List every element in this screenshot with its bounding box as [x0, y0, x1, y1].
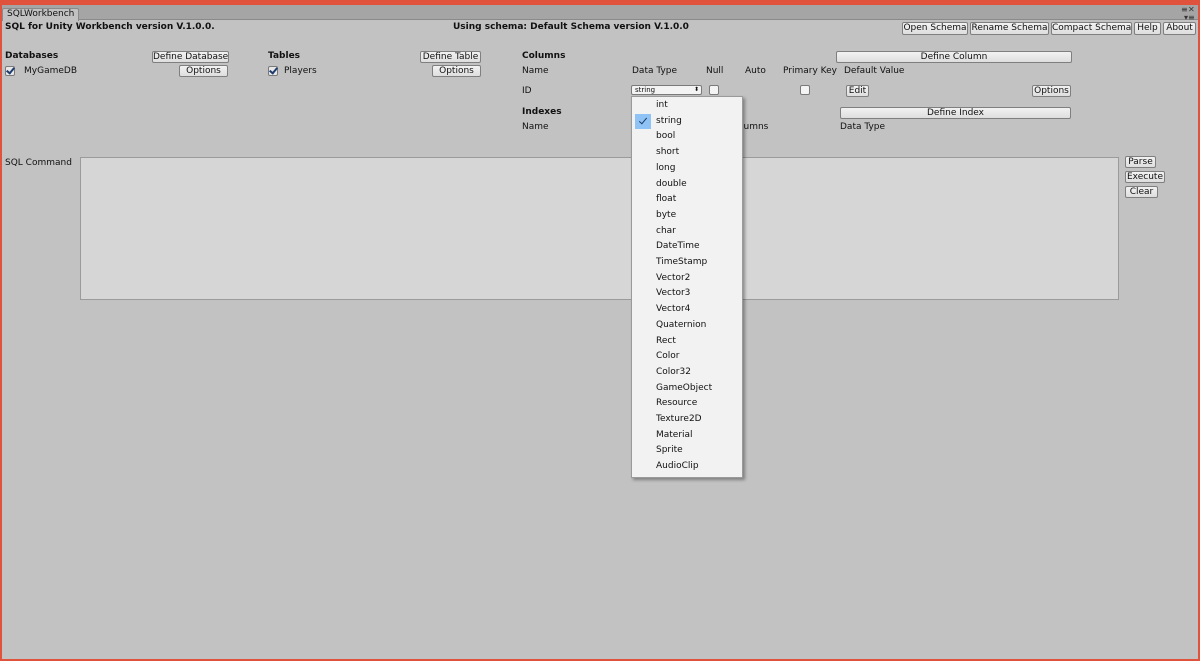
parse-button[interactable]: Parse	[1125, 156, 1156, 168]
clear-button[interactable]: Clear	[1125, 186, 1158, 198]
database-item-label: MyGameDB	[24, 66, 77, 76]
dropdown-option-string-label: string	[656, 115, 682, 126]
table-item-label: Players	[284, 66, 317, 76]
columns-header-default-value: Default Value	[844, 66, 905, 76]
tab-sqlworkbench[interactable]: SQLWorkbench	[2, 8, 80, 21]
compact-schema-button[interactable]: Compact Schema	[1051, 22, 1132, 35]
window-frame-left	[0, 5, 2, 661]
tab-options-icon[interactable]: ▾≡	[1184, 14, 1195, 22]
column-data-type-value: string	[635, 86, 656, 94]
dropdown-option-resource[interactable]: Resource	[632, 396, 742, 412]
selected-check-icon	[635, 113, 651, 129]
sql-command-label: SQL Command	[5, 158, 72, 168]
databases-heading: Databases	[5, 51, 59, 61]
dropdown-option-short[interactable]: short	[632, 145, 742, 161]
dropdown-option-float[interactable]: float	[632, 192, 742, 208]
app-title: SQL for Unity Workbench version V.1.0.0.	[5, 22, 215, 32]
database-options-button[interactable]: Options	[179, 65, 228, 77]
column-primary-key-checkbox[interactable]	[800, 85, 810, 95]
define-column-button[interactable]: Define Column	[836, 51, 1072, 63]
dropdown-arrow-icon: ⬍	[693, 86, 699, 93]
sql-command-textarea[interactable]	[80, 157, 1119, 300]
dropdown-option-vector3[interactable]: Vector3	[632, 286, 742, 302]
execute-button[interactable]: Execute	[1125, 171, 1165, 183]
indexes-header-columns: lumns	[741, 122, 769, 132]
column-row-name: ID	[522, 86, 532, 96]
dropdown-option-bool[interactable]: bool	[632, 129, 742, 145]
dropdown-option-quaternion[interactable]: Quaternion	[632, 318, 742, 334]
column-null-checkbox[interactable]	[709, 85, 719, 95]
tables-heading: Tables	[268, 51, 301, 61]
dropdown-option-timestamp[interactable]: TimeStamp	[632, 255, 742, 271]
column-edit-button[interactable]: Edit	[846, 85, 869, 97]
dropdown-option-vector2[interactable]: Vector2	[632, 271, 742, 287]
column-options-button[interactable]: Options	[1032, 85, 1071, 97]
dropdown-option-byte[interactable]: byte	[632, 208, 742, 224]
about-button[interactable]: About	[1163, 22, 1196, 35]
dropdown-option-audioclip[interactable]: AudioClip	[632, 459, 742, 475]
indexes-heading: Indexes	[522, 107, 562, 117]
column-data-type-select[interactable]: string ⬍	[631, 85, 702, 95]
columns-heading: Columns	[522, 51, 566, 61]
schema-info: Using schema: Default Schema version V.1…	[453, 22, 689, 32]
dropdown-option-sprite[interactable]: Sprite	[632, 443, 742, 459]
table-options-button[interactable]: Options	[432, 65, 481, 77]
columns-header-data-type: Data Type	[632, 66, 678, 76]
indexes-header-name: Name	[522, 122, 549, 132]
define-index-button[interactable]: Define Index	[840, 107, 1071, 119]
dropdown-option-material[interactable]: Material	[632, 428, 742, 444]
dropdown-option-color32[interactable]: Color32	[632, 365, 742, 381]
dropdown-option-string[interactable]: string	[632, 113, 742, 130]
indexes-header-data-type: Data Type	[840, 122, 886, 132]
dropdown-option-double[interactable]: double	[632, 177, 742, 193]
dropdown-option-datetime[interactable]: DateTime	[632, 239, 742, 255]
open-schema-button[interactable]: Open Schema	[902, 22, 968, 35]
dropdown-option-int[interactable]: int	[632, 98, 742, 114]
data-type-dropdown-menu: int string bool short long double float …	[631, 96, 743, 478]
define-table-button[interactable]: Define Table	[420, 51, 481, 63]
dropdown-option-long[interactable]: long	[632, 161, 742, 177]
columns-header-primary-key: Primary Key	[783, 66, 837, 76]
tab-strip	[2, 5, 1198, 20]
define-database-button[interactable]: Define Database	[152, 51, 229, 63]
dropdown-option-color[interactable]: Color	[632, 349, 742, 365]
table-checkbox[interactable]	[268, 66, 278, 76]
rename-schema-button[interactable]: Rename Schema	[970, 22, 1049, 35]
columns-header-null: Null	[706, 66, 724, 76]
dropdown-option-rect[interactable]: Rect	[632, 334, 742, 350]
dropdown-option-char[interactable]: char	[632, 224, 742, 240]
columns-header-auto: Auto	[745, 66, 766, 76]
dropdown-option-gameobject[interactable]: GameObject	[632, 381, 742, 397]
dropdown-option-texture2d[interactable]: Texture2D	[632, 412, 742, 428]
help-button[interactable]: Help	[1134, 22, 1161, 35]
columns-header-name: Name	[522, 66, 549, 76]
dropdown-option-vector4[interactable]: Vector4	[632, 302, 742, 318]
database-checkbox[interactable]	[5, 66, 15, 76]
